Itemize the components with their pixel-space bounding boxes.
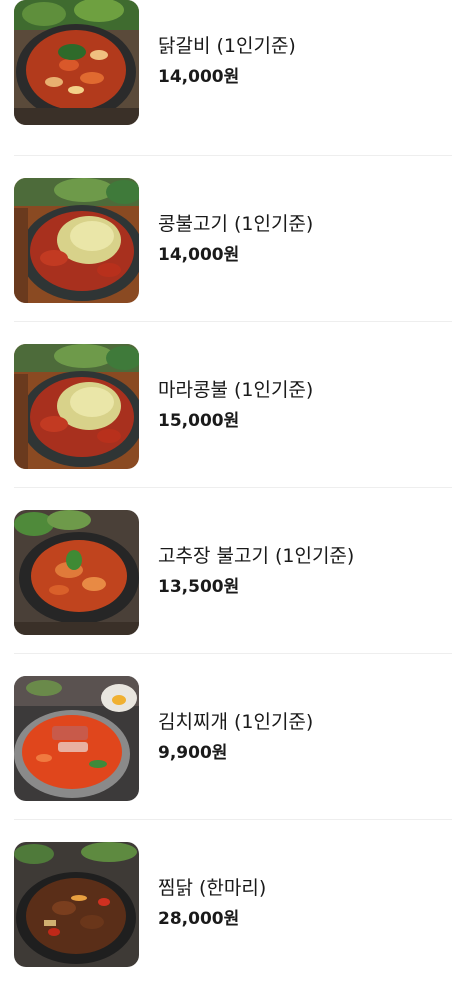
menu-item-name: 김치찌개 (1인기준) — [158, 711, 314, 733]
menu-item-gochujang-bulgogi[interactable]: 고추장 불고기 (1인기준) 13,500원 — [14, 488, 452, 654]
price-value: 13,500 — [158, 577, 224, 597]
menu-item-text: 고추장 불고기 (1인기준) 13,500원 — [158, 544, 354, 598]
gochujang-bulgogi-photo[interactable] — [14, 510, 139, 635]
price-value: 14,000 — [158, 245, 224, 265]
price-currency: 원 — [223, 411, 240, 431]
menu-item-price: 9,900원 — [158, 742, 313, 764]
menu-item-name: 닭갈비 (1인기준) — [158, 35, 296, 57]
menu-item-price: 14,000원 — [158, 244, 313, 266]
menu-item-name: 찜닭 (한마리) — [158, 877, 267, 899]
kongbulgogi-photo[interactable] — [14, 178, 139, 303]
price-currency: 원 — [211, 743, 228, 763]
menu-item-name: 콩불고기 (1인기준) — [158, 213, 314, 235]
menu-item-name: 마라콩불 (1인기준) — [158, 379, 314, 401]
menu-item-name: 고추장 불고기 (1인기준) — [158, 545, 355, 567]
menu-item-price: 15,000원 — [158, 410, 313, 432]
menu-item-dakgalbi[interactable]: 닭갈비 (1인기준) 14,000원 — [14, 0, 452, 156]
price-value: 14,000 — [158, 67, 224, 87]
price-currency: 원 — [223, 909, 240, 929]
menu-item-text: 콩불고기 (1인기준) 14,000원 — [158, 212, 313, 266]
menu-item-price: 13,500원 — [158, 576, 354, 598]
price-value: 28,000 — [158, 909, 224, 929]
dakgalbi-photo[interactable] — [14, 0, 139, 125]
menu-item-jjimdak[interactable]: 찜닭 (한마리) 28,000원 — [14, 820, 452, 986]
marakongbul-photo[interactable] — [14, 344, 139, 469]
menu-item-text: 김치찌개 (1인기준) 9,900원 — [158, 710, 313, 764]
price-value: 15,000 — [158, 411, 224, 431]
menu-item-price: 28,000원 — [158, 908, 266, 930]
menu-item-text: 마라콩불 (1인기준) 15,000원 — [158, 378, 313, 432]
price-currency: 원 — [223, 245, 240, 265]
menu-item-price: 14,000원 — [158, 66, 296, 88]
price-value: 9,900 — [158, 743, 212, 763]
menu-item-text: 찜닭 (한마리) 28,000원 — [158, 876, 266, 930]
jjimdak-photo[interactable] — [14, 842, 139, 967]
menu-item-kimchi-jjigae[interactable]: 김치찌개 (1인기준) 9,900원 — [14, 654, 452, 820]
price-currency: 원 — [223, 577, 240, 597]
menu-item-marakongbul[interactable]: 마라콩불 (1인기준) 15,000원 — [14, 322, 452, 488]
kimchi-jjigae-photo[interactable] — [14, 676, 139, 801]
menu-item-kongbulgogi[interactable]: 콩불고기 (1인기준) 14,000원 — [14, 156, 452, 322]
menu-item-text: 닭갈비 (1인기준) 14,000원 — [158, 34, 296, 88]
price-currency: 원 — [223, 67, 240, 87]
